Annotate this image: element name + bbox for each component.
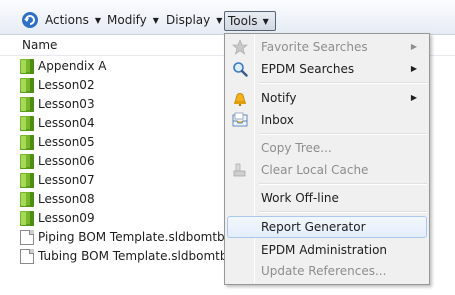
menu-item-label: EPDM Searches	[261, 62, 355, 76]
list-item-label: Piping BOM Template.sldbomtbt	[38, 230, 230, 244]
menu-separator	[259, 82, 427, 84]
menu-display-label: Display	[166, 13, 211, 27]
document-icon	[20, 249, 34, 264]
tools-menu: Favorite Searches ▶ EPDM Searches ▶ Noti…	[224, 33, 430, 285]
menu-item-report-generator[interactable]: Report Generator	[227, 216, 427, 238]
menu-item-label: Report Generator	[261, 220, 366, 234]
document-icon	[20, 230, 34, 245]
submenu-arrow-icon: ▶	[410, 42, 417, 51]
menu-item-epdm-searches[interactable]: EPDM Searches ▶	[227, 58, 427, 80]
list-item-label: Lesson06	[38, 154, 95, 168]
list-item-label: Lesson09	[38, 211, 95, 225]
menu-item-label: Work Off-line	[261, 191, 339, 205]
menu-item-label: Inbox	[261, 113, 294, 127]
folder-icon	[20, 78, 34, 93]
folder-icon	[20, 97, 34, 112]
chevron-down-icon: ▼	[94, 16, 101, 25]
folder-icon	[20, 59, 34, 74]
menu-separator	[259, 183, 427, 185]
list-item-label: Lesson02	[38, 78, 95, 92]
cache-icon	[233, 163, 246, 177]
list-item-label: Lesson07	[38, 173, 95, 187]
folder-icon	[20, 211, 34, 226]
menu-display[interactable]: Display ▼	[166, 11, 222, 30]
menu-item-copy-tree[interactable]: Copy Tree...	[227, 137, 427, 159]
menu-actions-label: Actions	[45, 13, 89, 27]
list-item-label: Tubing BOM Template.sldbomtbt	[38, 249, 233, 263]
star-icon	[232, 39, 248, 55]
bell-icon	[234, 93, 246, 106]
menu-item-label: EPDM Administration	[261, 243, 388, 257]
refresh-icon[interactable]	[21, 11, 39, 29]
menu-actions[interactable]: Actions ▼	[45, 11, 101, 30]
menu-item-label: Clear Local Cache	[261, 163, 369, 177]
list-item-label: Lesson05	[38, 135, 95, 149]
list-item-label: Lesson08	[38, 192, 95, 206]
menu-item-label: Copy Tree...	[261, 141, 332, 155]
toolbar: Actions ▼ Modify ▼ Display ▼ Tools ▼	[0, 0, 455, 35]
menu-item-label: Update References...	[261, 264, 387, 278]
folder-icon	[20, 192, 34, 207]
magnifier-icon	[233, 62, 248, 77]
menu-item-update-references[interactable]: Update References...	[227, 260, 427, 282]
menu-item-notify[interactable]: Notify ▶	[227, 87, 427, 109]
menu-modify[interactable]: Modify ▼	[107, 11, 159, 30]
menu-item-label: Favorite Searches	[261, 40, 368, 54]
submenu-arrow-icon: ▶	[410, 64, 417, 73]
column-header-label: Name	[22, 38, 58, 52]
menu-item-label: Notify	[261, 91, 297, 105]
inbox-icon	[232, 112, 248, 127]
menu-tools[interactable]: Tools ▼	[224, 11, 276, 31]
chevron-down-icon: ▼	[216, 16, 223, 25]
folder-icon	[20, 135, 34, 150]
list-item-label: Lesson03	[38, 97, 95, 111]
list-item-label: Lesson04	[38, 116, 95, 130]
list-item-label: Appendix A	[38, 59, 107, 73]
folder-icon	[20, 116, 34, 131]
menu-modify-label: Modify	[107, 13, 147, 27]
chevron-down-icon: ▼	[262, 17, 269, 26]
menu-item-clear-local-cache[interactable]: Clear Local Cache	[227, 159, 427, 181]
menu-separator	[259, 133, 427, 135]
folder-icon	[20, 154, 34, 169]
menu-item-favorite-searches[interactable]: Favorite Searches ▶	[227, 36, 427, 58]
menu-item-inbox[interactable]: Inbox	[227, 109, 427, 131]
folder-icon	[20, 173, 34, 188]
chevron-down-icon: ▼	[152, 16, 159, 25]
menu-tools-label: Tools	[228, 14, 258, 28]
submenu-arrow-icon: ▶	[410, 93, 417, 102]
menu-item-epdm-administration[interactable]: EPDM Administration	[227, 239, 427, 261]
menu-separator	[259, 211, 427, 213]
menu-item-work-offline[interactable]: Work Off-line	[227, 187, 427, 209]
